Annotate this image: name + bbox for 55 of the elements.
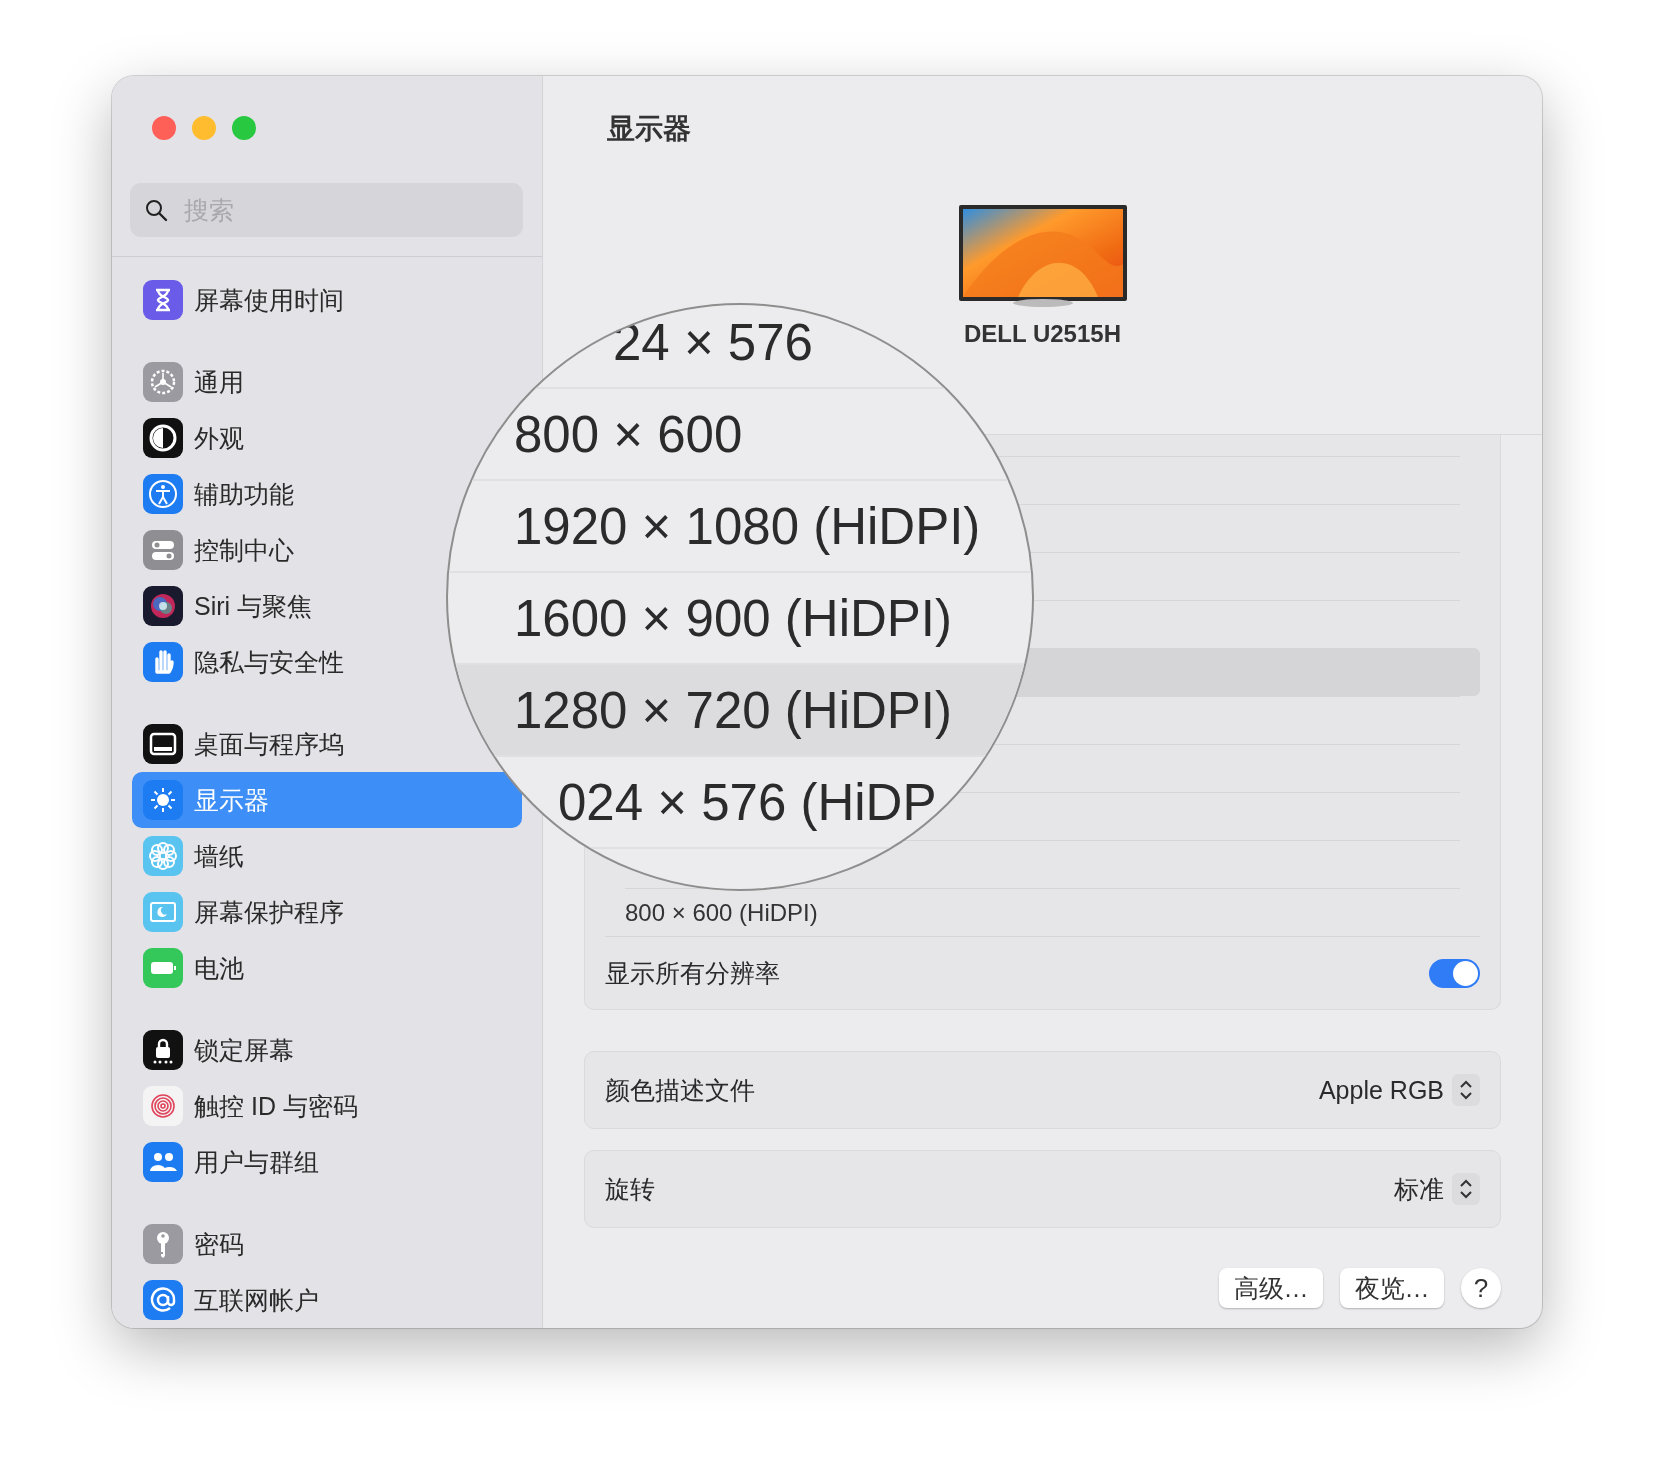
close-button[interactable] bbox=[152, 116, 176, 140]
gear-icon bbox=[143, 362, 183, 402]
window-icon bbox=[143, 724, 183, 764]
moon-icon bbox=[143, 892, 183, 932]
show-all-label: 显示所有分辨率 bbox=[605, 957, 780, 989]
magnified-resolution: 1920 × 1080 (HiDPI) bbox=[514, 496, 981, 556]
sidebar-item[interactable]: 用户与群组 bbox=[132, 1134, 325, 1190]
popup-button[interactable]: Apple RGB bbox=[1318, 1074, 1480, 1106]
sidebar-item[interactable]: 互联网帐户 bbox=[132, 1272, 325, 1328]
sidebar-item[interactable]: 外观 bbox=[132, 410, 250, 466]
setting-label: 旋转 bbox=[605, 1173, 655, 1205]
popup-button[interactable]: 标准 bbox=[1394, 1172, 1480, 1206]
fingerprint-icon bbox=[143, 1086, 183, 1126]
button[interactable]: 高级… bbox=[1219, 1268, 1323, 1308]
sidebar-item[interactable]: 辅助功能 bbox=[132, 466, 300, 522]
contrast-icon bbox=[143, 418, 183, 458]
magnified-resolution: 1280 × 720 (HiDPI) bbox=[514, 680, 952, 740]
toggle-switch[interactable] bbox=[1429, 958, 1480, 988]
magnified-resolution: 1600 × 900 (HiDPI) bbox=[514, 588, 952, 648]
magnified-resolution: 800 × 600 bbox=[514, 404, 743, 464]
sidebar-item[interactable]: Siri 与聚焦 bbox=[132, 578, 319, 634]
page-title: 显示器 bbox=[606, 112, 692, 146]
resolution-label: 800 × 600 (HiDPI) bbox=[625, 898, 818, 927]
sidebar-item[interactable]: 屏幕保护程序 bbox=[132, 884, 350, 940]
chevron-updown-icon bbox=[1452, 1074, 1480, 1106]
sidebar-item[interactable]: 触控 ID 与密码 bbox=[132, 1078, 364, 1134]
lock-icon bbox=[143, 1030, 183, 1070]
sidebar-item[interactable]: 控制中心 bbox=[132, 522, 300, 578]
hand-icon bbox=[143, 642, 183, 682]
chevron-updown-icon bbox=[1452, 1173, 1480, 1205]
people-icon bbox=[143, 1142, 183, 1182]
at-sign-icon bbox=[143, 1280, 183, 1320]
sidebar-item[interactable]: 墙纸 bbox=[132, 828, 250, 884]
sidebar-item[interactable]: 电池 bbox=[132, 940, 250, 996]
key-icon bbox=[143, 1224, 183, 1264]
sidebar-item[interactable]: 桌面与程序坞 bbox=[132, 716, 350, 772]
sidebar-item[interactable]: 屏幕使用时间 bbox=[132, 272, 350, 328]
battery-icon bbox=[143, 948, 183, 988]
hourglass-icon bbox=[143, 280, 183, 320]
sidebar-item[interactable]: 锁定屏幕 bbox=[132, 1022, 300, 1078]
display-name: DELL U2515H bbox=[964, 320, 1121, 348]
magnified-resolution: 024 × 576 (HiDP bbox=[558, 772, 937, 832]
sidebar-item[interactable]: 隐私与安全性 bbox=[132, 634, 350, 690]
minimize-button[interactable] bbox=[192, 116, 216, 140]
sidebar-item[interactable]: 密码 bbox=[132, 1216, 250, 1272]
toggles-icon bbox=[143, 530, 183, 570]
help-button[interactable]: ? bbox=[1461, 1268, 1501, 1308]
button[interactable]: 夜览… bbox=[1340, 1268, 1444, 1308]
sidebar-item[interactable]: 通用 bbox=[132, 354, 250, 410]
setting-label: 颜色描述文件 bbox=[605, 1074, 755, 1106]
orb-icon bbox=[143, 586, 183, 626]
zoom-button[interactable] bbox=[232, 116, 256, 140]
flower-icon bbox=[143, 836, 183, 876]
sun-icon bbox=[143, 780, 183, 820]
accessibility-icon bbox=[143, 474, 183, 514]
